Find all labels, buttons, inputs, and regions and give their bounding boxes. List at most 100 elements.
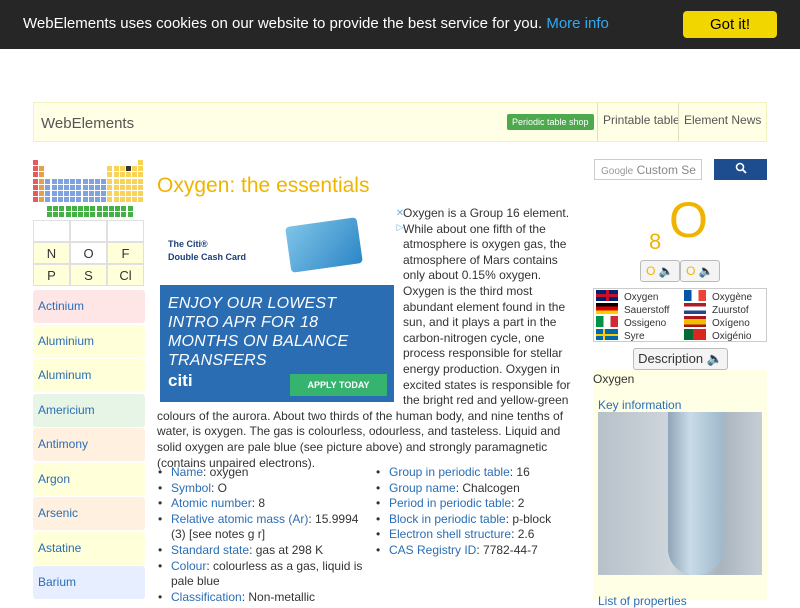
property-link[interactable]: Colour [171,559,206,573]
list-item[interactable]: Antimony [33,428,145,461]
property-value: : Chalcogen [455,480,520,495]
language-item[interactable]: Oxigénio [684,329,751,342]
list-item[interactable]: Barium [33,566,145,599]
list-item[interactable]: Argon [33,462,145,496]
property-value: : O [211,480,228,495]
key-information-panel: Oxygen Key information List of propertie… [593,370,767,608]
close-icon[interactable]: ✕ [394,208,406,220]
language-item[interactable]: Syre [596,329,645,342]
printable-table-link[interactable]: Printable table [603,113,680,127]
key-information-link[interactable]: Key information [598,398,681,412]
italy-flag-icon [596,316,618,327]
property-link[interactable]: Group name [389,481,456,495]
properties-list-right: Group in periodic table: 16Group name: C… [376,465,586,559]
mini-periodic-table[interactable] [33,160,145,218]
france-flag-icon [684,290,706,301]
property-item: Electron shell structure: 2.6 [376,527,586,543]
property-item: Relative atomic mass (Ar): 15.9994 (3) [… [158,512,368,543]
property-item: Classification: Non-metallic [158,590,368,606]
cookie-message: WebElements uses cookies on our website … [23,15,609,32]
property-link[interactable]: Classification [171,590,242,604]
portugal-flag-icon [684,329,706,340]
divider [597,103,598,141]
property-link[interactable]: Period in periodic table [389,496,511,510]
speaker-icon: 🔈 [658,264,674,278]
adchoices-icon[interactable]: ▷ [394,221,406,233]
property-value: : oxygen [203,465,249,479]
uk-flag-icon [596,290,618,301]
site-brand[interactable]: WebElements [41,115,134,132]
property-link[interactable]: Block in periodic table [389,512,506,526]
property-value: : 7782-44-7 [476,542,538,557]
list-item[interactable]: Arsenic [33,497,145,530]
language-item[interactable]: Oxígeno [684,316,750,329]
language-item[interactable]: Zuurstof [684,303,749,316]
element-cell-s[interactable]: S [70,264,107,286]
pronounce-button-uk[interactable]: O 🔈 [640,260,680,282]
property-value: : 2 [511,496,525,511]
list-item[interactable]: Aluminum [33,359,145,392]
element-cell-f[interactable]: F [107,242,144,264]
property-link[interactable]: Relative atomic mass (Ar) [171,512,308,526]
property-link[interactable]: Group in periodic table [389,465,510,479]
property-link[interactable]: Electron shell structure [389,527,511,541]
property-item: Name: oxygen [158,465,368,481]
element-cell-p[interactable]: P [33,264,70,286]
list-item[interactable]: Actinium [33,290,145,323]
property-item: Group name: Chalcogen [376,481,586,497]
property-link[interactable]: Symbol [171,481,211,495]
got-it-button[interactable]: Got it! [683,11,777,38]
language-item[interactable]: Oxygen [596,290,658,303]
page-title: Oxygen: the essentials [157,174,370,197]
property-item: Standard state: gas at 298 K [158,543,368,559]
more-info-link[interactable]: More info [546,15,609,32]
test-tube [668,412,723,575]
property-value: : gas at 298 K [249,542,324,557]
language-item[interactable]: Sauerstoff [596,303,669,316]
speaker-icon: 🔈 [706,351,723,366]
pronounce-button-us[interactable]: O 🔈 [680,260,720,282]
spain-flag-icon [684,316,706,327]
search-button[interactable] [714,159,767,180]
list-item[interactable]: Aluminium [33,324,145,358]
element-news-link[interactable]: Element News [684,113,761,127]
element-name: Oxygen [593,372,635,386]
shop-badge[interactable]: Periodic table shop [507,114,594,130]
element-cell-o[interactable]: O [70,242,107,264]
netherlands-flag-icon [684,303,706,314]
element-cell-cl[interactable]: Cl [107,264,144,286]
language-names: Oxygen Oxygène Sauerstoff Zuurstof Ossig… [593,288,767,342]
property-item: Colour: colourless as a gas, liquid is p… [158,559,368,590]
description-audio-button[interactable]: Description 🔈 [633,348,728,370]
credit-card-icon [285,217,363,273]
language-item[interactable]: Oxygène [684,290,752,303]
property-link[interactable]: Standard state [171,543,249,557]
list-item[interactable]: Americium [33,393,145,427]
blank-cell [107,220,144,242]
properties-list-left: Name: oxygenSymbol: OAtomic number: 8Rel… [158,465,368,605]
property-link[interactable]: Name [171,465,203,479]
language-item[interactable]: Ossigeno [596,316,666,329]
site-header: WebElements Periodic table shop Printabl… [33,102,767,142]
property-value: : Non-metallic [241,589,316,604]
sweden-flag-icon [596,329,618,340]
property-link[interactable]: Atomic number [171,496,252,510]
search-input[interactable]: Google Custom Se [594,159,702,180]
list-item[interactable]: Astatine [33,531,145,565]
search-icon [735,162,747,174]
element-list: Actinium Aluminium Aluminum Americium An… [33,290,145,601]
property-item: Symbol: O [158,481,368,497]
list-of-properties-link[interactable]: List of properties [598,594,687,608]
property-item: CAS Registry ID: 7782-44-7 [376,543,586,559]
element-cell-n[interactable]: N [33,242,70,264]
liquid-oxygen-photo[interactable] [598,412,762,575]
ad-header: The Citi® Double Cash Card [160,208,394,285]
ad-logo: citi [168,371,193,390]
apply-today-button[interactable]: APPLY TODAY [290,374,387,396]
property-link[interactable]: CAS Registry ID [389,543,476,557]
divider [678,103,679,141]
cookie-banner: WebElements uses cookies on our website … [0,0,800,49]
blank-cell [70,220,107,242]
advertisement[interactable]: The Citi® Double Cash Card ENJOY OUR LOWE… [160,208,394,402]
element-symbol: O [669,192,708,248]
